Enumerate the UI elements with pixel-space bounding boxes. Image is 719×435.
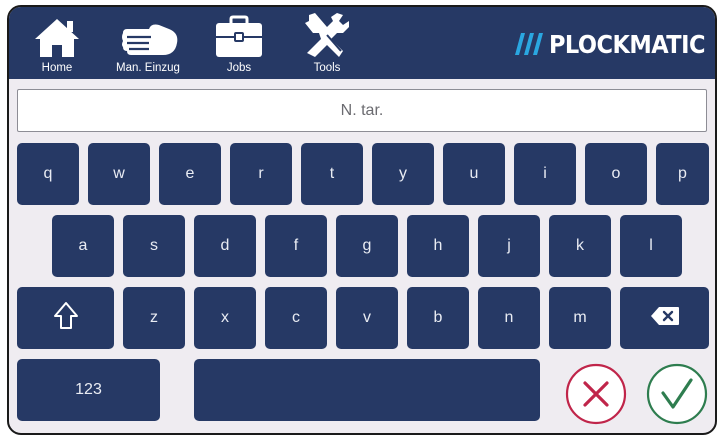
backspace-key[interactable] xyxy=(620,287,709,349)
backspace-icon xyxy=(650,306,680,331)
numbers-key[interactable]: 123 xyxy=(17,359,160,421)
key-i[interactable]: i xyxy=(514,143,576,205)
key-j[interactable]: j xyxy=(478,215,540,277)
cancel-icon xyxy=(565,363,627,429)
key-u[interactable]: u xyxy=(443,143,505,205)
nav-home-label: Home xyxy=(41,62,73,74)
brand-name: PLOCKMATIC xyxy=(548,29,706,59)
key-t[interactable]: t xyxy=(301,143,363,205)
nav-jobs-button[interactable]: Jobs xyxy=(211,7,267,79)
nav-jobs-label: Jobs xyxy=(226,62,252,74)
nav-tools-label: Tools xyxy=(313,62,341,74)
home-icon xyxy=(32,7,82,59)
part-number-field[interactable] xyxy=(17,89,707,132)
hand-icon xyxy=(115,7,181,59)
key-a[interactable]: a xyxy=(52,215,114,277)
key-b[interactable]: b xyxy=(407,287,469,349)
key-c[interactable]: c xyxy=(265,287,327,349)
key-w[interactable]: w xyxy=(88,143,150,205)
app-frame: Home Man. Einzug Jobs Tools PLOCKMATIC N… xyxy=(7,5,717,435)
tools-icon xyxy=(303,7,351,59)
key-l[interactable]: l xyxy=(620,215,682,277)
key-k[interactable]: k xyxy=(549,215,611,277)
briefcase-icon xyxy=(213,7,265,59)
key-n[interactable]: n xyxy=(478,287,540,349)
key-g[interactable]: g xyxy=(336,215,398,277)
key-o[interactable]: o xyxy=(585,143,647,205)
key-y[interactable]: y xyxy=(372,143,434,205)
key-z[interactable]: z xyxy=(123,287,185,349)
key-f[interactable]: f xyxy=(265,215,327,277)
confirm-icon xyxy=(646,363,708,429)
top-nav-bar: Home Man. Einzug Jobs Tools PLOCKMATIC xyxy=(9,7,715,79)
key-p[interactable]: p xyxy=(656,143,709,205)
shift-key[interactable] xyxy=(17,287,114,349)
nav-manual-feed-label: Man. Einzug xyxy=(116,62,180,74)
key-d[interactable]: d xyxy=(194,215,256,277)
key-x[interactable]: x xyxy=(194,287,256,349)
space-key[interactable] xyxy=(194,359,540,421)
key-r[interactable]: r xyxy=(230,143,292,205)
brand-mark-icon xyxy=(509,33,543,55)
key-v[interactable]: v xyxy=(336,287,398,349)
confirm-button[interactable] xyxy=(646,363,708,430)
nav-home-button[interactable]: Home xyxy=(31,7,83,79)
brand-logo: PLOCKMATIC xyxy=(509,27,706,61)
key-h[interactable]: h xyxy=(407,215,469,277)
nav-tools-button[interactable]: Tools xyxy=(301,7,353,79)
key-m[interactable]: m xyxy=(549,287,611,349)
part-number-input[interactable] xyxy=(18,90,706,131)
key-s[interactable]: s xyxy=(123,215,185,277)
cancel-button[interactable] xyxy=(565,363,627,430)
shift-icon xyxy=(53,301,79,336)
nav-manual-feed-button[interactable]: Man. Einzug xyxy=(107,7,189,79)
key-e[interactable]: e xyxy=(159,143,221,205)
key-q[interactable]: q xyxy=(17,143,79,205)
